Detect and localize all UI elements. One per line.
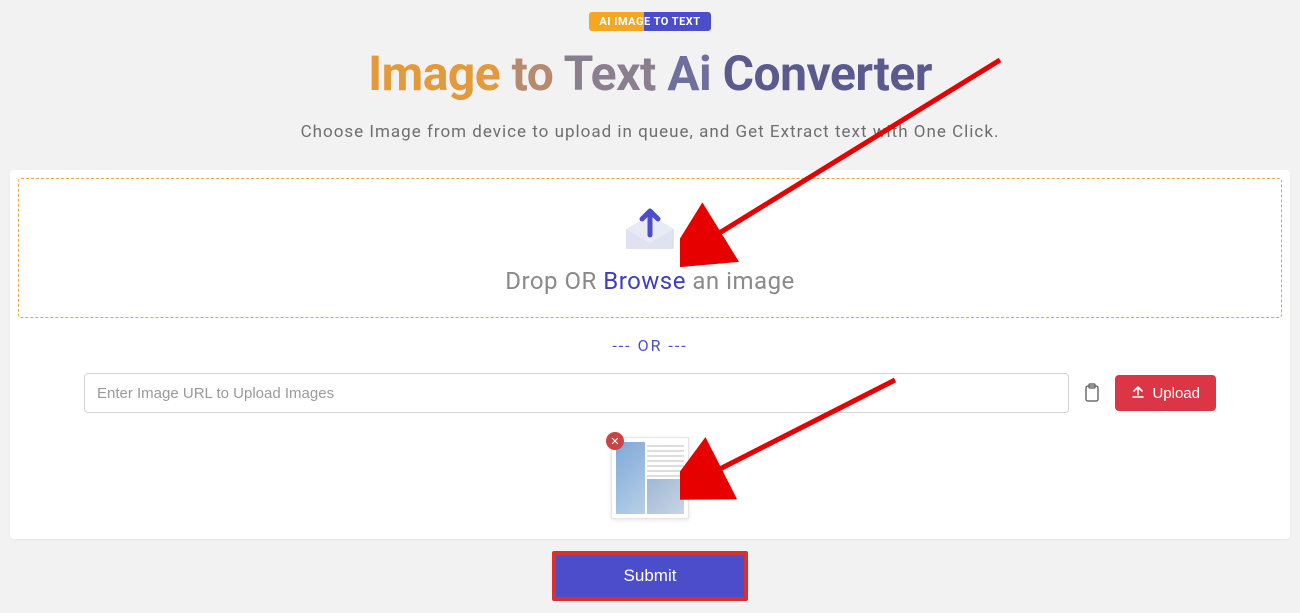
subtitle: Choose Image from device to upload in qu… [0,122,1300,142]
page-title: Image to Text Ai Converter [0,45,1300,102]
upload-arrow-icon [1131,384,1145,402]
upload-icon [620,207,680,255]
badge-ai-image-to-text: AI IMAGE TO TEXT [589,12,710,31]
title-word-3: Text [564,45,656,102]
upload-card: Drop OR Browse an image --- OR --- Uploa… [10,170,1290,539]
upload-button[interactable]: Upload [1115,375,1216,411]
dropzone-text: Drop OR Browse an image [19,267,1281,295]
dropzone-prefix: Drop OR [505,267,603,295]
browse-link[interactable]: Browse [603,267,686,295]
submit-button[interactable]: Submit [552,551,748,601]
title-word-5: Converter [723,45,932,102]
dropzone-suffix: an image [686,267,795,295]
thumbnails: ✕ [18,437,1282,519]
title-word-2: to [512,45,554,102]
title-word-4: Ai [667,45,711,102]
thumbnail-preview [616,442,684,514]
clipboard-icon[interactable] [1083,383,1101,403]
divider-or: --- OR --- [18,336,1282,355]
title-word-1: Image [368,45,500,102]
dropzone[interactable]: Drop OR Browse an image [18,178,1282,318]
thumbnail[interactable]: ✕ [611,437,689,519]
upload-button-label: Upload [1152,385,1200,402]
thumbnail-close-button[interactable]: ✕ [606,432,624,450]
url-row: Upload [18,373,1282,413]
url-input[interactable] [84,373,1069,413]
